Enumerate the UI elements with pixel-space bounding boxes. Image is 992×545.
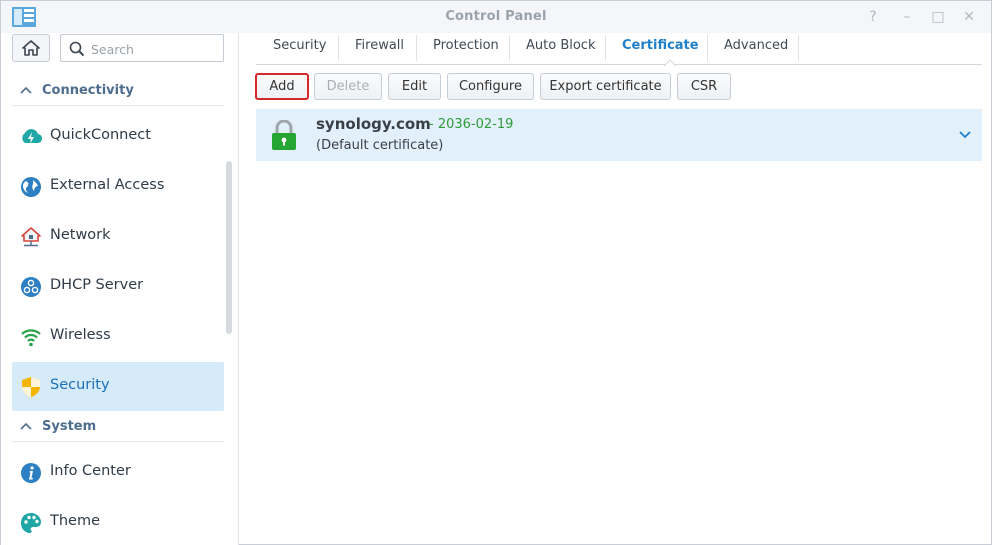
delete-button[interactable]: Delete <box>314 73 382 100</box>
active-tab-caret <box>664 59 676 66</box>
sidebar: Connectivity QuickConnect External Acces… <box>1 33 239 545</box>
export-certificate-button[interactable]: Export certificate <box>540 73 671 100</box>
csr-button[interactable]: CSR <box>677 73 731 100</box>
info-icon <box>21 463 41 483</box>
tab-bar: Security Firewall Protection Auto Block … <box>256 33 982 66</box>
sidebar-item-label: Theme <box>50 513 101 529</box>
lock-icon <box>272 120 296 150</box>
sidebar-item-dhcp-server[interactable]: DHCP Server <box>12 262 224 311</box>
sidebar-item-quickconnect[interactable]: QuickConnect <box>12 112 224 161</box>
home-icon <box>22 40 40 56</box>
sidebar-item-info-center[interactable]: Info Center <box>12 448 224 497</box>
tab-divider <box>416 35 417 61</box>
sidebar-scrollbar[interactable] <box>226 161 232 334</box>
title-bar: Control Panel ? – □ ✕ <box>1 1 991 33</box>
sidebar-item-label: Security <box>50 377 110 393</box>
section-system[interactable]: System <box>12 414 224 442</box>
tab-protection[interactable]: Protection <box>433 38 499 53</box>
window-title: Control Panel <box>445 9 547 24</box>
control-panel-window: Control Panel ? – □ ✕ Connectivity <box>0 0 992 545</box>
section-connectivity[interactable]: Connectivity <box>12 78 224 106</box>
maximize-icon[interactable]: □ <box>928 7 948 27</box>
tab-divider <box>707 35 708 61</box>
sidebar-item-security[interactable]: Security <box>12 362 224 411</box>
main-panel: Security Firewall Protection Auto Block … <box>240 33 992 545</box>
sidebar-item-label: QuickConnect <box>50 127 151 143</box>
section-label: System <box>42 419 97 434</box>
home-button[interactable] <box>12 34 50 62</box>
configure-button[interactable]: Configure <box>447 73 534 100</box>
sidebar-item-external-access[interactable]: External Access <box>12 162 224 211</box>
sidebar-item-label: Network <box>50 227 111 243</box>
sidebar-item-theme[interactable]: Theme <box>12 498 224 545</box>
tab-divider <box>509 35 510 61</box>
sidebar-item-wireless[interactable]: Wireless <box>12 312 224 361</box>
search-box[interactable] <box>60 34 224 62</box>
search-icon <box>69 41 85 57</box>
minimize-icon[interactable]: – <box>897 7 917 27</box>
tab-auto-block[interactable]: Auto Block <box>526 38 595 53</box>
sidebar-item-label: Info Center <box>50 463 131 479</box>
close-icon[interactable]: ✕ <box>959 7 979 27</box>
certificate-expiry-date: - 2036-02-19 <box>429 117 514 132</box>
chevron-up-icon <box>20 422 32 430</box>
tab-security[interactable]: Security <box>273 38 326 53</box>
network-house-icon <box>21 227 41 247</box>
tab-firewall[interactable]: Firewall <box>355 38 404 53</box>
sidebar-item-label: Wireless <box>50 327 111 343</box>
sidebar-item-label: DHCP Server <box>50 277 144 293</box>
tab-certificate[interactable]: Certificate <box>622 38 699 53</box>
search-input[interactable] <box>91 40 217 58</box>
sidebar-item-network[interactable]: Network <box>12 212 224 261</box>
quickconnect-icon <box>22 129 42 144</box>
add-button[interactable]: Add <box>255 73 309 100</box>
certificate-default-label: (Default certificate) <box>316 138 444 153</box>
help-icon[interactable]: ? <box>863 7 883 27</box>
certificate-name: synology.com <box>316 115 431 133</box>
certificate-row[interactable]: synology.com - 2036-02-19 (Default certi… <box>256 109 982 161</box>
dhcp-icon <box>21 277 41 297</box>
chevron-down-icon[interactable] <box>958 128 972 142</box>
chevron-up-icon <box>20 86 32 94</box>
edit-button[interactable]: Edit <box>388 73 441 100</box>
wifi-icon <box>21 329 41 347</box>
tab-divider <box>338 35 339 61</box>
palette-icon <box>21 513 41 533</box>
sidebar-item-label: External Access <box>50 177 165 193</box>
tab-advanced[interactable]: Advanced <box>724 38 788 53</box>
section-label: Connectivity <box>42 83 134 98</box>
tab-divider <box>605 35 606 61</box>
shield-icon <box>22 377 40 397</box>
globe-icon <box>21 177 41 197</box>
tab-divider <box>798 35 799 61</box>
